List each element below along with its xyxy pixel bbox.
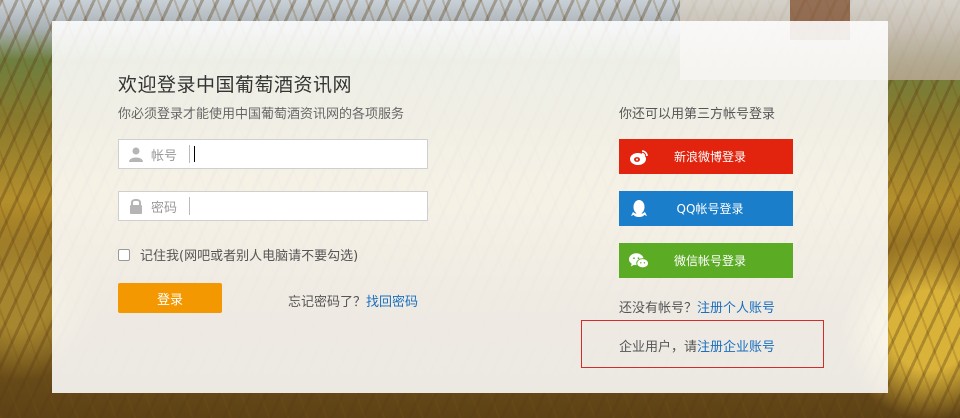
register-personal-link[interactable]: 注册个人账号: [697, 301, 775, 316]
forgot-password: 忘记密码了？找回密码: [288, 291, 418, 310]
wechat-login-button[interactable]: 微信帐号登录: [619, 243, 793, 278]
remember-me[interactable]: 记住我(网吧或者别人电脑请不要勾选): [118, 245, 358, 264]
page-subtitle: 你必须登录才能使用中国葡萄酒资讯网的各项服务: [118, 107, 405, 122]
username-label: 帐号: [151, 148, 178, 164]
qq-login-button[interactable]: QQ帐号登录: [619, 191, 793, 226]
weibo-icon: [629, 147, 649, 167]
user-icon: [125, 140, 147, 168]
lock-icon: [125, 192, 147, 220]
remember-checkbox[interactable]: [118, 248, 130, 261]
register-enterprise-link[interactable]: 注册企业账号: [697, 340, 775, 355]
qq-login-label: QQ帐号登录: [676, 202, 744, 216]
username-input[interactable]: [195, 141, 427, 167]
no-account-text: 还没有帐号？: [619, 301, 698, 316]
weibo-login-button[interactable]: 新浪微博登录: [619, 139, 793, 174]
login-button[interactable]: 登录: [118, 283, 222, 313]
username-field[interactable]: 帐号: [118, 139, 428, 169]
remember-label: 记住我(网吧或者别人电脑请不要勾选): [140, 249, 359, 264]
password-input[interactable]: [190, 193, 427, 219]
login-card: 欢迎登录中国葡萄酒资讯网 你必须登录才能使用中国葡萄酒资讯网的各项服务 帐号 密…: [52, 21, 888, 393]
page-title: 欢迎登录中国葡萄酒资讯网: [118, 74, 353, 96]
enterprise-text: 企业用户，请: [619, 340, 698, 355]
recover-password-link[interactable]: 找回密码: [366, 295, 418, 310]
qq-icon: [629, 199, 649, 219]
wechat-login-label: 微信帐号登录: [673, 254, 746, 268]
weibo-login-label: 新浪微博登录: [673, 150, 746, 164]
password-label: 密码: [151, 200, 178, 216]
third-party-title: 你还可以用第三方帐号登录: [619, 107, 776, 122]
field-divider: [189, 145, 190, 163]
password-field[interactable]: 密码: [118, 191, 428, 221]
no-account-prompt: 还没有帐号？注册个人账号: [619, 297, 775, 316]
forgot-text: 忘记密码了？: [288, 295, 367, 310]
wechat-icon: [629, 251, 649, 271]
enterprise-register-prompt: 企业用户，请注册企业账号: [619, 336, 775, 355]
